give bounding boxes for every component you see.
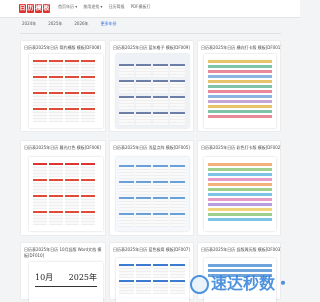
template-card[interactable]: 日历表2025年日历 彩色打卡版 模板[DF002] bbox=[197, 140, 281, 236]
year-tab-2026[interactable]: 2026年 bbox=[74, 21, 88, 27]
template-thumbnail[interactable]: 10月 2025年 bbox=[29, 262, 103, 302]
card-title: 日历表2025年日历 10月竖版 Word文档 模板[DF010] bbox=[24, 247, 102, 258]
year-tab-2025[interactable]: 2025年 bbox=[48, 21, 62, 27]
template-thumbnail[interactable] bbox=[204, 54, 276, 128]
template-thumbnail[interactable] bbox=[116, 54, 189, 128]
logo-char: 模 bbox=[35, 3, 42, 13]
nav-item[interactable]: 首页年历 ▾ bbox=[58, 4, 77, 10]
nav-item[interactable]: 按用途找 ▾ bbox=[83, 4, 102, 10]
template-thumbnail[interactable] bbox=[116, 258, 189, 302]
template-thumbnail[interactable] bbox=[29, 157, 103, 231]
template-card[interactable]: 日历表2025年日历 简约横版 模板[DF008] bbox=[20, 40, 106, 132]
logo-char: 日 bbox=[19, 3, 26, 13]
site-watermark: 速达秒数・ bbox=[190, 270, 291, 294]
template-card[interactable]: 日历表2025年日历 10月竖版 Word文档 模板[DF010] 10月 20… bbox=[20, 242, 106, 302]
card-title: 日历表2025年日历 竖版周历版 模板[DF003] bbox=[201, 247, 281, 252]
card-title: 日历表2025年日历 蓝色极简 模板[DF007] bbox=[113, 247, 190, 252]
watermark-logo-icon bbox=[190, 275, 209, 294]
nav-item[interactable]: PDF模板打 bbox=[131, 4, 151, 10]
year-filter: 2024年 2025年 2026年 更多年份 bbox=[0, 21, 300, 31]
site-logo[interactable]: 日 历 模 板 bbox=[19, 3, 51, 13]
preview-year: 2025年 bbox=[68, 273, 97, 282]
site-header: 日 历 模 板 首页年历 ▾ 按用途找 ▾ 日历简报 PDF模板打 bbox=[0, 0, 300, 18]
template-thumbnail[interactable] bbox=[204, 157, 276, 231]
template-card[interactable]: 日历表2025年日历 浅蓝点阵 模板[DF005] bbox=[109, 140, 194, 236]
template-card[interactable]: 日历表2025年日历 蓝色极简 模板[DF007] bbox=[109, 242, 194, 302]
preview-month: 10月 bbox=[35, 273, 54, 282]
template-card[interactable]: 日历表2025年日历 蓝灰格子 模板[DF009] bbox=[109, 40, 194, 132]
nav-item[interactable]: 日历简报 bbox=[109, 4, 125, 10]
card-title: 日历表2025年日历 横向打卡版 模板[DF001] bbox=[201, 45, 281, 50]
year-tab-2024[interactable]: 2024年 bbox=[22, 21, 36, 27]
card-title: 日历表2025年日历 蓝灰格子 模板[DF009] bbox=[113, 45, 190, 50]
card-title: 日历表2025年日历 彩色打卡版 模板[DF002] bbox=[201, 145, 281, 150]
logo-char: 板 bbox=[43, 3, 50, 13]
watermark-text: 速达秒数・ bbox=[211, 274, 292, 293]
card-title: 日历表2025年日历 简约横版 模板[DF008] bbox=[24, 45, 101, 50]
logo-char: 历 bbox=[27, 3, 34, 13]
main-nav: 首页年历 ▾ 按用途找 ▾ 日历简报 PDF模板打 bbox=[58, 4, 150, 10]
template-card[interactable]: 日历表2025年日历 暮光红色 模板[DF006] bbox=[20, 140, 106, 236]
card-title: 日历表2025年日历 浅蓝点阵 模板[DF005] bbox=[113, 145, 190, 150]
template-thumbnail[interactable] bbox=[29, 54, 103, 128]
card-title: 日历表2025年日历 暮光红色 模板[DF006] bbox=[24, 145, 101, 150]
year-tab-more[interactable]: 更多年份 bbox=[101, 21, 117, 27]
template-card[interactable]: 日历表2025年日历 横向打卡版 模板[DF001] bbox=[197, 40, 281, 132]
template-thumbnail[interactable] bbox=[116, 157, 189, 231]
divider bbox=[20, 33, 281, 34]
